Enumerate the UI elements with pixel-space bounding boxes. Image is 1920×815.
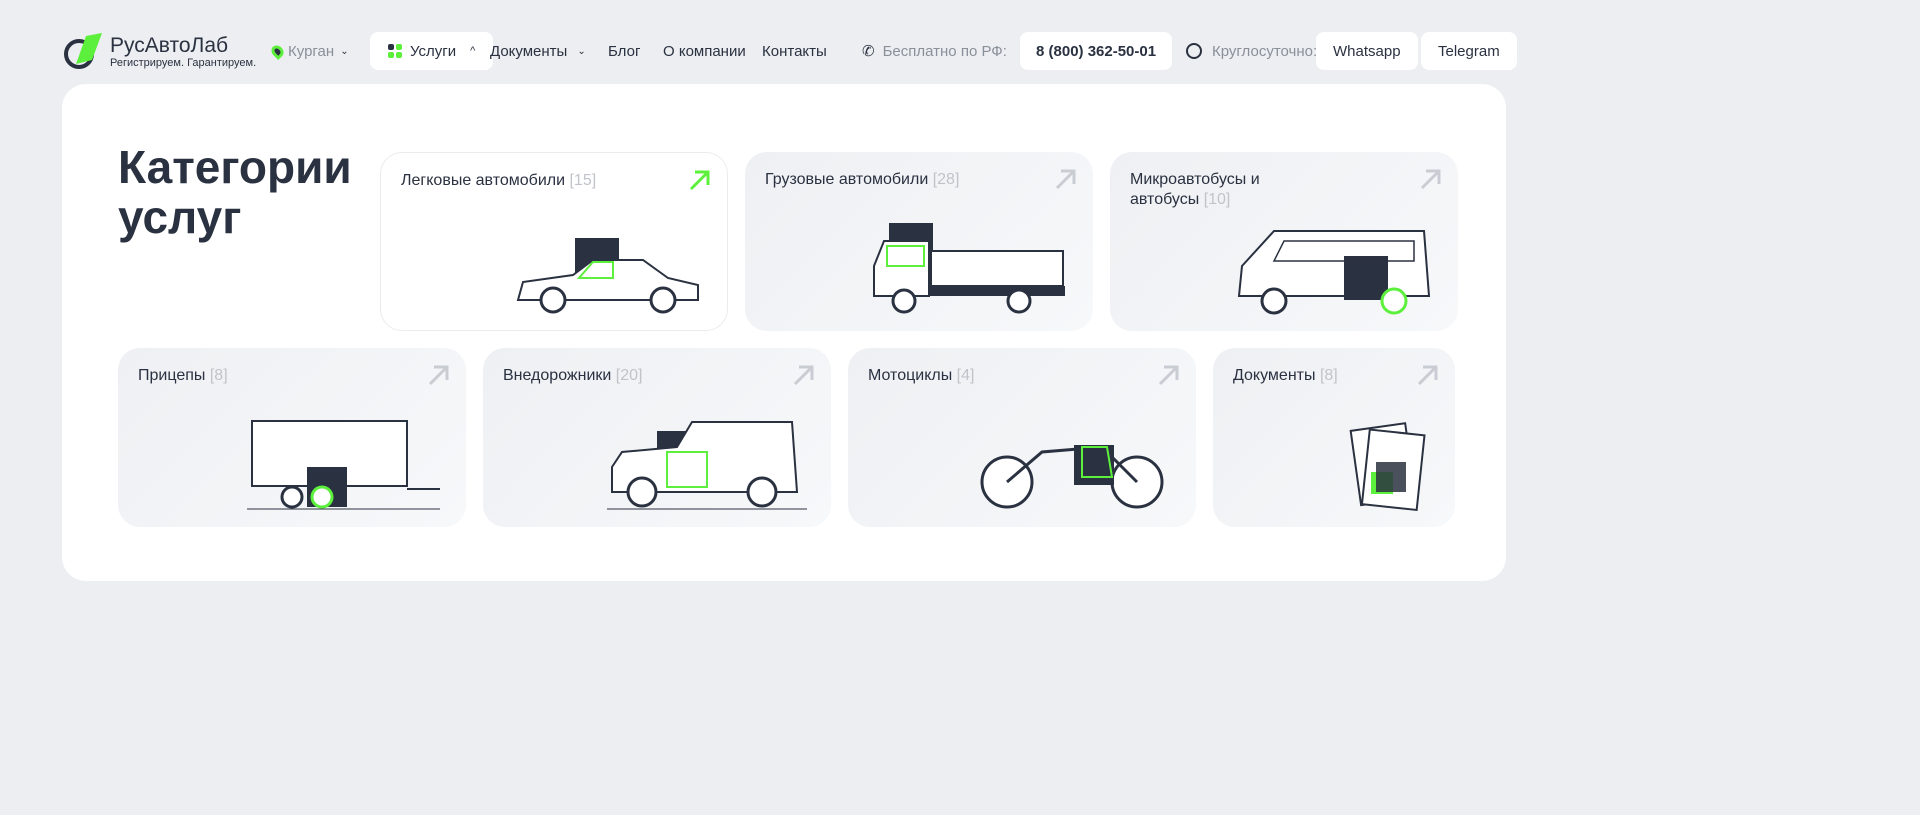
category-name: Легковые автомобили [401,172,566,189]
category-count: [15] [569,172,597,189]
grid-icon [388,44,402,58]
category-label: Мотоциклы [4] [868,366,1068,386]
category-card-minibuses[interactable]: Микроавтобусы и автобусы [10] [1110,152,1458,331]
arrow-up-right-icon [428,365,449,386]
nav-about[interactable]: О компании [663,32,746,70]
nav-documents-label: Документы [490,42,568,60]
city-label: Курган [288,42,335,60]
category-label: Легковые автомобили [15] [401,171,601,191]
category-card-trucks[interactable]: Грузовые автомобили [28] [745,152,1093,331]
category-count: [8] [1319,367,1338,384]
logo[interactable]: РусАвтоЛаб Регистрируем. Гарантируем. [62,32,262,72]
hours-label: Круглосуточно: [1212,42,1318,60]
category-label: Прицепы [8] [138,366,338,386]
nav-contacts[interactable]: Контакты [762,32,827,70]
category-label: Внедорожники [20] [503,366,703,386]
arrow-up-right-icon [1420,169,1441,190]
phone-button[interactable]: 8 (800) 362-50-01 [1020,32,1173,70]
arrow-up-right-icon [1417,365,1438,386]
chevron-up-icon: ^ [470,45,476,57]
category-card-motorcycles[interactable]: Мотоциклы [4] [848,348,1196,527]
telegram-button[interactable]: Telegram [1421,32,1517,70]
arrow-up-right-icon [793,365,814,386]
category-count: [8] [209,367,228,384]
arrow-up-right-icon [1055,169,1076,190]
arrow-up-right-icon [689,170,710,191]
category-name: Прицепы [138,367,206,384]
category-name: Мотоциклы [868,367,953,384]
clock-icon [1186,43,1202,59]
category-count: [20] [615,367,643,384]
free-call-label: Бесплатно по РФ: [882,42,1007,60]
category-count: [28] [932,171,960,188]
page-title: Категории услуг [118,141,352,243]
services-dropdown-panel: Категории услуг Легковые автомобили [15]… [62,84,1506,581]
category-count: [10] [1203,191,1231,208]
nav-documents[interactable]: Документы ⌄ [490,32,586,70]
nav-services-label: Услуги [410,42,457,60]
whatsapp-button[interactable]: Whatsapp [1316,32,1418,70]
chevron-down-icon: ⌄ [577,45,586,57]
category-label: Документы [8] [1233,366,1433,386]
nav-blog[interactable]: Блог [608,32,640,70]
logo-name: РусАвтоЛаб [110,34,229,57]
category-count: [4] [956,367,975,384]
city-selector[interactable]: Курган ⌄ [269,32,349,70]
category-name: Грузовые автомобили [765,171,929,188]
category-name: Документы [1233,367,1316,384]
arrow-up-right-icon [1158,365,1179,386]
category-name: Микроавтобусы и автобусы [1130,171,1260,208]
category-label: Микроавтобусы и автобусы [10] [1130,170,1330,210]
chevron-down-icon: ⌄ [340,45,349,57]
category-card-suvs[interactable]: Внедорожники [20] [483,348,831,527]
logo-tagline: Регистрируем. Гарантируем. [110,57,257,69]
nav-services[interactable]: Услуги ^ [370,32,494,70]
logo-icon [64,33,102,69]
location-pin-icon [269,42,286,60]
phone-icon: ✆ [862,43,875,60]
category-card-documents[interactable]: Документы [8] [1213,348,1455,527]
category-label: Грузовые автомобили [28] [765,170,965,190]
category-card-cars[interactable]: Легковые автомобили [15] [380,152,728,331]
category-name: Внедорожники [503,367,612,384]
category-card-trailers[interactable]: Прицепы [8] [118,348,466,527]
